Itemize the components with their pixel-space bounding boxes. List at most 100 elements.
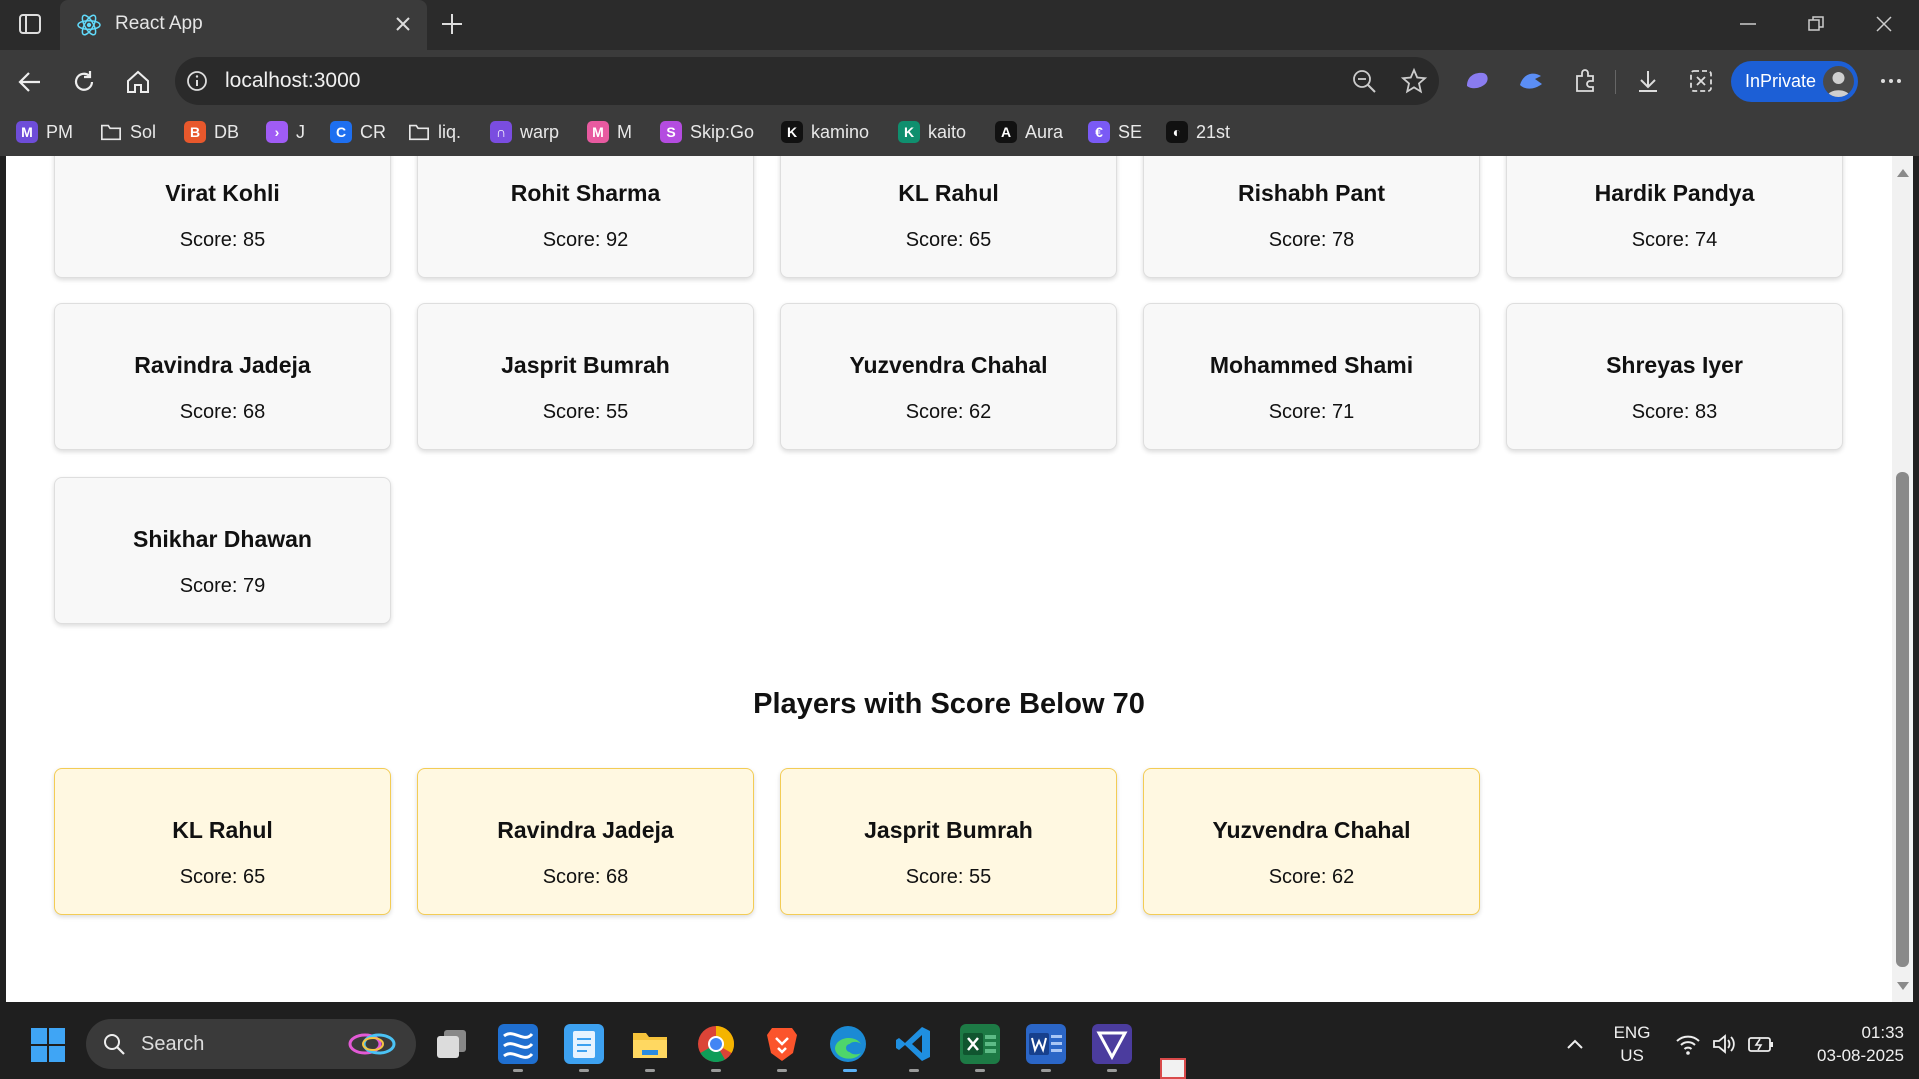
sidebar-toggle-icon[interactable] bbox=[18, 12, 42, 36]
bookmark-item[interactable]: Sol bbox=[100, 118, 156, 146]
excel-icon[interactable] bbox=[960, 1024, 1000, 1064]
player-name: Yuzvendra Chahal bbox=[1212, 817, 1411, 843]
running-indicator bbox=[777, 1069, 787, 1072]
scrollbar-thumb[interactable] bbox=[1896, 472, 1909, 967]
bookmark-label: M bbox=[617, 121, 632, 142]
notepad-icon[interactable] bbox=[564, 1024, 604, 1064]
running-indicator bbox=[1107, 1069, 1117, 1072]
bookmark-item[interactable]: ◐ 21st bbox=[1166, 118, 1230, 146]
app-icon-stream[interactable] bbox=[498, 1024, 538, 1064]
battery-icon[interactable] bbox=[1747, 1033, 1775, 1055]
scroll-up-icon[interactable] bbox=[1896, 166, 1910, 178]
player-score: Score: 62 bbox=[905, 401, 992, 423]
player-name: Jasprit Bumrah bbox=[864, 817, 1033, 843]
refresh-icon[interactable] bbox=[70, 68, 98, 96]
bookmark-item[interactable]: S Skip:Go bbox=[660, 118, 754, 146]
inprivate-label: InPrivate bbox=[1745, 71, 1817, 91]
inprivate-button[interactable]: InPrivate bbox=[1731, 61, 1858, 102]
below-70-heading: Players with Score Below 70 bbox=[753, 688, 1145, 720]
windows-start-icon[interactable] bbox=[30, 1027, 66, 1063]
player-name: KL Rahul bbox=[172, 817, 273, 843]
extension-blue-icon[interactable] bbox=[1517, 68, 1545, 94]
player-name: Mohammed Shami bbox=[1209, 352, 1414, 378]
url-text[interactable]: localhost:3000 bbox=[225, 69, 360, 93]
clock[interactable]: 01:33 03-08-2025 bbox=[1786, 1023, 1904, 1066]
player-name: Rishabh Pant bbox=[1238, 180, 1385, 206]
extensions-puzzle-icon[interactable] bbox=[1571, 67, 1599, 95]
site-info-icon[interactable] bbox=[186, 70, 208, 92]
bookmark-favicon-icon: M bbox=[16, 121, 38, 143]
bookmark-item[interactable]: A Aura bbox=[995, 118, 1063, 146]
back-icon[interactable] bbox=[16, 68, 44, 96]
file-explorer-icon[interactable] bbox=[630, 1024, 670, 1064]
bookmark-item[interactable]: › J bbox=[266, 118, 305, 146]
low-score-player-card: Jasprit Bumrah Score: 55 bbox=[780, 768, 1117, 915]
screenshot-icon[interactable] bbox=[1687, 67, 1715, 95]
downloads-icon[interactable] bbox=[1634, 67, 1662, 95]
scroll-down-icon[interactable] bbox=[1896, 979, 1910, 991]
task-view-icon[interactable] bbox=[432, 1024, 472, 1064]
bookmark-favicon-icon: C bbox=[330, 121, 352, 143]
low-score-player-card: Yuzvendra Chahal Score: 62 bbox=[1143, 768, 1480, 915]
minimize-icon[interactable] bbox=[1738, 14, 1758, 34]
bookmark-item[interactable]: liq. bbox=[408, 118, 461, 146]
low-score-player-card: Ravindra Jadeja Score: 68 bbox=[417, 768, 754, 915]
bookmark-label: liq. bbox=[438, 121, 462, 142]
bookmark-item[interactable]: € SE bbox=[1088, 118, 1142, 146]
running-indicator bbox=[1041, 1069, 1051, 1072]
bookmark-item[interactable]: Kkaito bbox=[898, 118, 966, 146]
bookmark-label: DB bbox=[214, 121, 240, 142]
bookmark-label: J bbox=[296, 121, 305, 142]
restore-icon[interactable] bbox=[1806, 14, 1826, 34]
player-score: Score: 74 bbox=[1631, 229, 1718, 251]
address-bar[interactable] bbox=[175, 57, 1439, 105]
bookmark-label: CR bbox=[360, 121, 386, 142]
avatar bbox=[1823, 66, 1854, 97]
pinned-app-icon[interactable] bbox=[1160, 1058, 1186, 1079]
player-score: Score: 78 bbox=[1268, 229, 1355, 251]
copilot-glow-icon bbox=[345, 1029, 401, 1059]
chrome-icon[interactable] bbox=[696, 1024, 736, 1064]
tab-title: React App bbox=[115, 13, 203, 34]
favorite-star-icon[interactable] bbox=[1400, 67, 1428, 95]
player-card: Mohammed Shami Score: 71 bbox=[1143, 303, 1480, 450]
edge-icon[interactable] bbox=[828, 1024, 868, 1064]
more-options-icon[interactable] bbox=[1878, 70, 1904, 92]
clock-time: 01:33 bbox=[1861, 1023, 1904, 1042]
bookmark-favicon-icon: B bbox=[184, 121, 206, 143]
language-indicator[interactable]: ENG US bbox=[1604, 1023, 1660, 1066]
proton-vpn-icon[interactable] bbox=[1092, 1024, 1132, 1064]
react-logo-icon bbox=[76, 12, 102, 38]
wifi-icon[interactable] bbox=[1675, 1032, 1701, 1056]
player-score: Score: 62 bbox=[1268, 866, 1355, 888]
word-icon[interactable] bbox=[1026, 1024, 1066, 1064]
player-name: Ravindra Jadeja bbox=[497, 817, 674, 843]
bookmark-favicon-icon: € bbox=[1088, 121, 1110, 143]
home-icon[interactable] bbox=[124, 68, 152, 96]
close-window-icon[interactable] bbox=[1874, 14, 1894, 34]
new-tab-icon[interactable] bbox=[440, 12, 464, 36]
running-indicator bbox=[645, 1069, 655, 1072]
divider bbox=[1615, 70, 1616, 94]
bookmark-item[interactable]: M PM bbox=[16, 118, 73, 146]
search-placeholder: Search bbox=[141, 1033, 205, 1055]
bookmark-label: kamino bbox=[811, 121, 870, 142]
brave-icon[interactable] bbox=[762, 1024, 802, 1064]
running-indicator bbox=[975, 1069, 985, 1072]
chevron-up-icon[interactable] bbox=[1564, 1034, 1586, 1054]
player-score: Score: 79 bbox=[179, 575, 266, 597]
zoom-icon[interactable] bbox=[1351, 68, 1377, 94]
bookmark-item[interactable]: ∩ warp bbox=[490, 118, 559, 146]
extension-purple-icon[interactable] bbox=[1463, 68, 1491, 94]
bookmark-item[interactable]: Kkamino bbox=[781, 118, 869, 146]
vscode-icon[interactable] bbox=[894, 1024, 934, 1064]
player-card: Yuzvendra Chahal Score: 62 bbox=[780, 303, 1117, 450]
bookmark-item[interactable]: MM bbox=[587, 118, 632, 146]
player-score: Score: 92 bbox=[542, 229, 629, 251]
player-name: KL Rahul bbox=[898, 180, 999, 206]
bookmark-item[interactable]: B DB bbox=[184, 118, 239, 146]
bookmark-item[interactable]: C CR bbox=[330, 118, 386, 146]
bookmark-label: 21st bbox=[1196, 121, 1231, 142]
volume-icon[interactable] bbox=[1711, 1032, 1737, 1056]
close-tab-icon[interactable] bbox=[393, 14, 413, 34]
